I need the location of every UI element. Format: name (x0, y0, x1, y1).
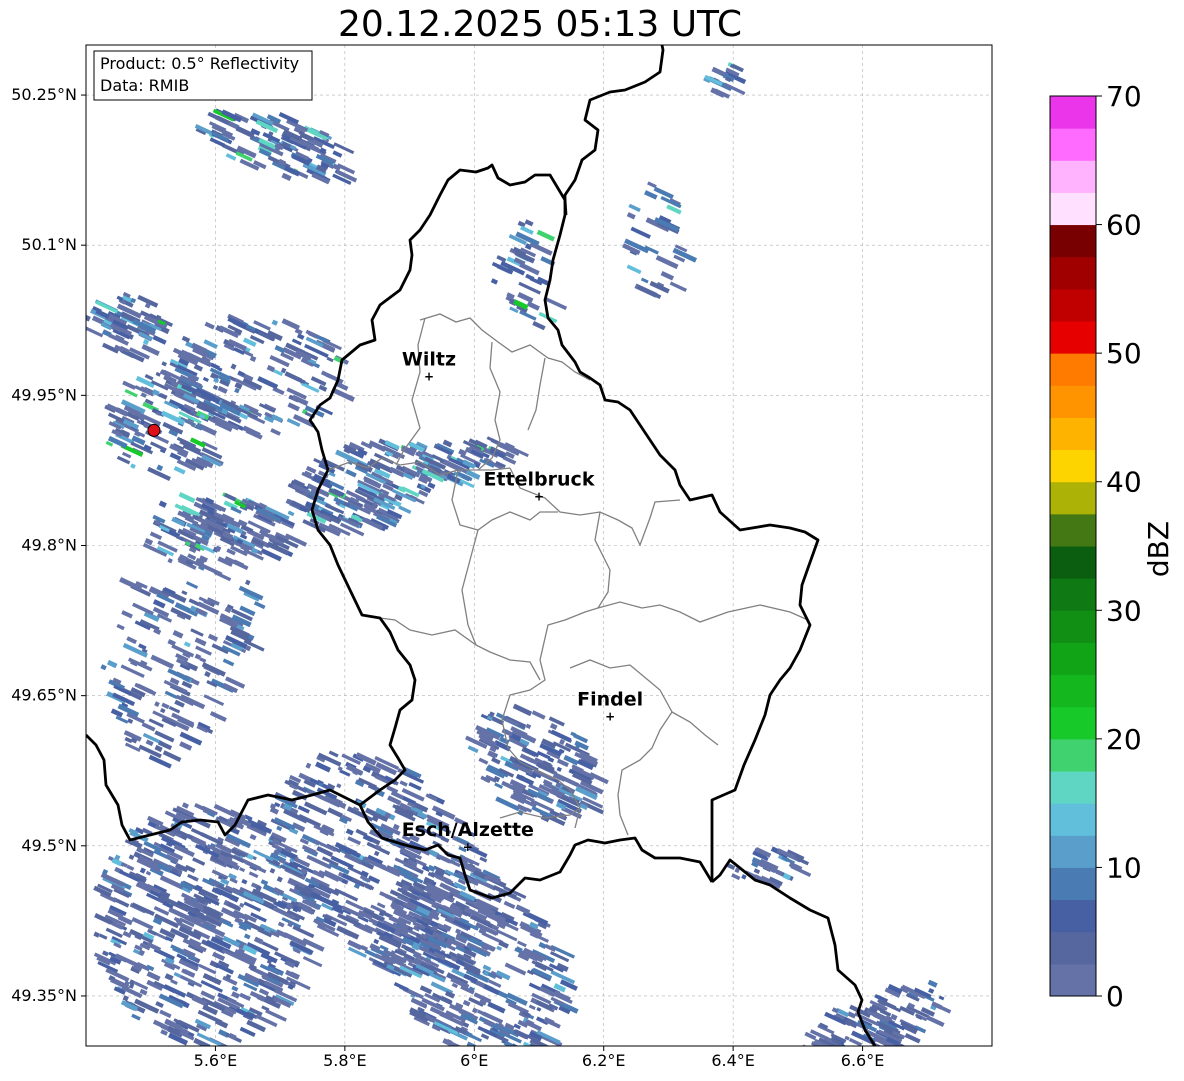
colorbar-tick-label: 20 (1106, 723, 1142, 756)
colorbar-cell (1050, 192, 1096, 226)
colorbar-cell (1050, 931, 1096, 965)
colorbar-cell (1050, 803, 1096, 836)
colorbar-cell (1050, 706, 1096, 740)
colorbar-cell (1050, 578, 1096, 611)
colorbar-cell (1050, 160, 1096, 193)
colorbar-label: dBZ (1142, 521, 1175, 577)
colorbar-cell (1050, 674, 1096, 708)
colorbar-cell (1050, 128, 1096, 161)
colorbar-cell (1050, 417, 1096, 451)
colorbar-ticks: 0 10 20 30 40 50 60 70 (1096, 80, 1142, 1013)
colorbar-cell (1050, 963, 1096, 997)
colorbar-cell (1050, 288, 1096, 322)
colorbar-cell (1050, 771, 1096, 804)
colorbar-tick-label: 0 (1106, 980, 1124, 1013)
colorbar-cell (1050, 256, 1096, 290)
colorbar-cell (1050, 385, 1096, 418)
colorbar-cell (1050, 642, 1096, 676)
colorbar-tick-label: 60 (1106, 209, 1142, 242)
colorbar-cell (1050, 224, 1096, 258)
colorbar-tick-label: 40 (1106, 466, 1142, 499)
colorbar-tick-label: 10 (1106, 851, 1142, 884)
colorbar-cell (1050, 513, 1096, 547)
colorbar-cell (1050, 481, 1096, 515)
colorbar: 0 10 20 30 40 50 60 70 dBZ (1049, 80, 1175, 1013)
colorbar-cell (1050, 610, 1096, 643)
colorbar-cells (1050, 96, 1096, 997)
colorbar-cell (1050, 546, 1096, 579)
colorbar-tick-label: 70 (1106, 80, 1142, 113)
colorbar-tick-label: 30 (1106, 594, 1142, 627)
colorbar-cell (1050, 96, 1096, 129)
colorbar-cell (1050, 867, 1096, 901)
colorbar-cell (1050, 738, 1096, 772)
colorbar-cell (1050, 321, 1096, 354)
colorbar-cell (1050, 353, 1096, 386)
colorbar-cell (1050, 449, 1096, 483)
colorbar-tick-label: 50 (1106, 337, 1142, 370)
colorbar-cell (1050, 899, 1096, 933)
colorbar-cell (1050, 835, 1096, 868)
